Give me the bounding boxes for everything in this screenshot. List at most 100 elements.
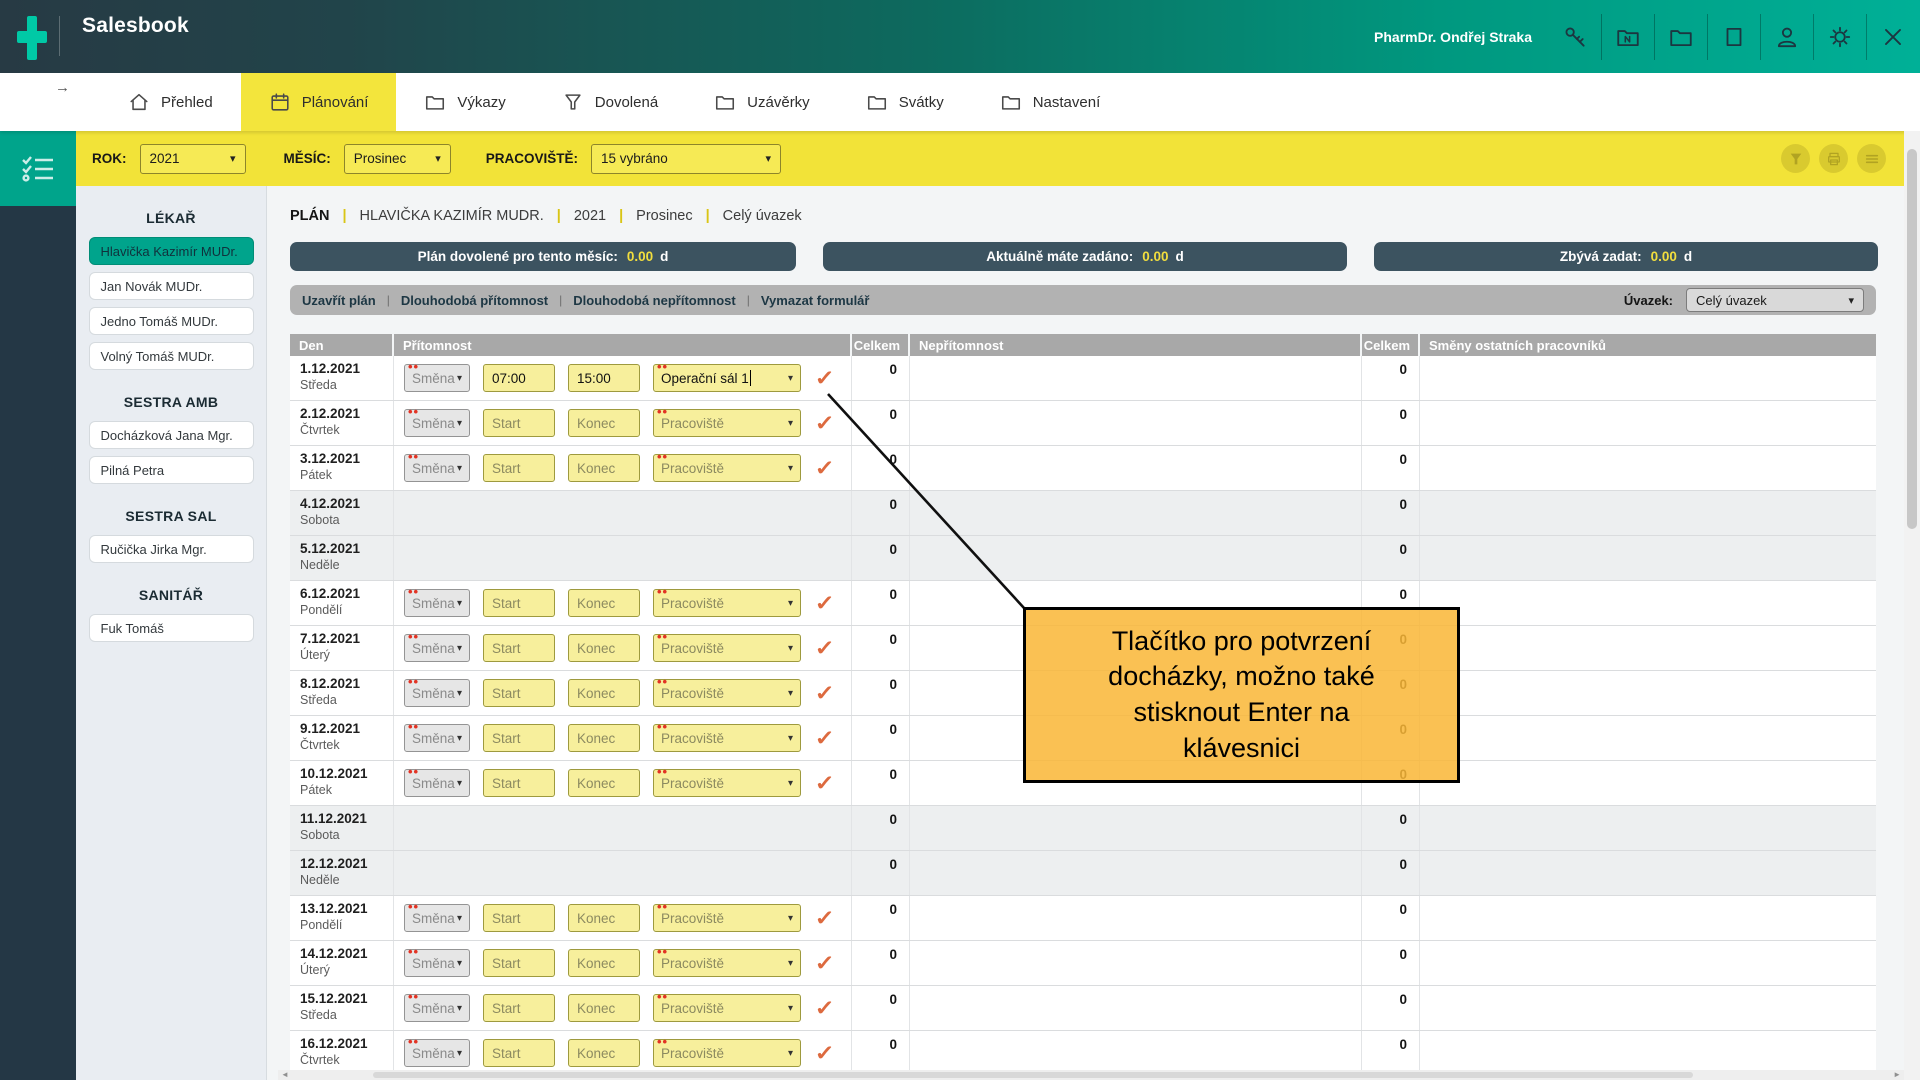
smena-select[interactable]: ••Směna▾ xyxy=(404,994,470,1022)
pracoviste-select[interactable]: ••Pracoviště▾ xyxy=(653,1039,801,1067)
pracoviste-select[interactable]: ••Pracoviště▾ xyxy=(653,904,801,932)
smena-select[interactable]: ••Směna▾ xyxy=(404,364,470,392)
sidebar-item[interactable]: Docházková Jana Mgr. xyxy=(89,421,254,449)
confirm-check-icon[interactable]: ✓ xyxy=(815,456,835,481)
pracoviste-select[interactable]: ••Pracoviště▾ xyxy=(653,589,801,617)
start-time-input[interactable] xyxy=(483,454,555,482)
key-icon[interactable] xyxy=(1558,20,1592,54)
start-time-input[interactable] xyxy=(483,1039,555,1067)
rok-select[interactable]: 2021 ▾ xyxy=(140,144,246,174)
uvazek-select[interactable]: Celý úvazek ▾ xyxy=(1686,288,1864,312)
confirm-check-icon[interactable]: ✓ xyxy=(815,771,835,796)
pracoviste-select[interactable]: ••Pracoviště▾ xyxy=(653,454,801,482)
start-time-input[interactable] xyxy=(483,589,555,617)
start-time-input[interactable] xyxy=(483,949,555,977)
smena-select[interactable]: ••Směna▾ xyxy=(404,904,470,932)
folder-icon[interactable] xyxy=(1664,20,1698,54)
tab-prehled[interactable]: Přehled xyxy=(100,73,241,131)
plan-list-button[interactable] xyxy=(0,131,76,206)
pracoviste-select[interactable]: ••Pracoviště▾ xyxy=(653,679,801,707)
toolbar-action[interactable]: Vymazat formulář xyxy=(761,293,870,308)
end-time-input[interactable] xyxy=(568,994,640,1022)
start-time-input[interactable] xyxy=(483,904,555,932)
start-time-input[interactable] xyxy=(483,994,555,1022)
folder-new-icon[interactable] xyxy=(1611,20,1645,54)
end-time-input[interactable] xyxy=(568,409,640,437)
confirm-check-icon[interactable]: ✓ xyxy=(815,996,835,1021)
smena-select[interactable]: ••Směna▾ xyxy=(404,724,470,752)
print-button[interactable] xyxy=(1819,144,1848,173)
confirm-check-icon[interactable]: ✓ xyxy=(815,411,835,436)
toolbar-action[interactable]: Uzavřít plán xyxy=(302,293,376,308)
end-time-input[interactable] xyxy=(568,949,640,977)
smena-select[interactable]: ••Směna▾ xyxy=(404,769,470,797)
smena-select[interactable]: ••Směna▾ xyxy=(404,454,470,482)
confirm-check-icon[interactable]: ✓ xyxy=(815,591,835,616)
pracoviste-select[interactable]: ••Pracoviště▾ xyxy=(653,634,801,662)
pracoviste-select[interactable]: 15 vybráno ▾ xyxy=(591,144,781,174)
menu-button[interactable] xyxy=(1857,144,1886,173)
vertical-scrollbar[interactable] xyxy=(1904,131,1920,1080)
vertical-scrollbar-thumb[interactable] xyxy=(1907,149,1917,529)
smena-select[interactable]: ••Směna▾ xyxy=(404,679,470,707)
sidebar-item[interactable]: Ručička Jirka Mgr. xyxy=(89,535,254,563)
start-time-input[interactable] xyxy=(483,724,555,752)
confirm-check-icon[interactable]: ✓ xyxy=(815,951,835,976)
sidebar-item[interactable]: Volný Tomáš MUDr. xyxy=(89,342,254,370)
start-time-input[interactable] xyxy=(483,679,555,707)
end-time-input[interactable] xyxy=(568,904,640,932)
end-time-input[interactable] xyxy=(568,454,640,482)
toolbar-action[interactable]: Dlouhodobá nepřítomnost xyxy=(573,293,735,308)
tab-vykazy[interactable]: Výkazy xyxy=(396,73,533,131)
user-icon[interactable] xyxy=(1770,20,1804,54)
window-icon[interactable] xyxy=(1717,20,1751,54)
start-time-input[interactable] xyxy=(483,769,555,797)
pracoviste-select[interactable]: ••Pracoviště▾ xyxy=(653,409,801,437)
confirm-check-icon[interactable]: ✓ xyxy=(815,906,835,931)
tab-nastaveni[interactable]: Nastavení xyxy=(972,73,1129,131)
pracoviste-select[interactable]: ••Pracoviště▾ xyxy=(653,724,801,752)
confirm-check-icon[interactable]: ✓ xyxy=(815,366,835,391)
tab-planovani[interactable]: Plánování xyxy=(241,73,397,131)
start-time-input[interactable] xyxy=(483,634,555,662)
pracoviste-select[interactable]: ••Pracoviště▾ xyxy=(653,769,801,797)
scroll-left-arrow-icon[interactable]: ◄ xyxy=(281,1070,289,1080)
sidebar-item[interactable]: Jan Novák MUDr. xyxy=(89,272,254,300)
start-time-input[interactable] xyxy=(483,364,555,392)
pracoviste-select[interactable]: ••Pracoviště▾ xyxy=(653,949,801,977)
collapse-arrow-icon[interactable]: → xyxy=(55,79,70,96)
toolbar-action[interactable]: Dlouhodobá přítomnost xyxy=(401,293,548,308)
horizontal-scrollbar[interactable]: ◄ ► xyxy=(278,1070,1904,1080)
confirm-check-icon[interactable]: ✓ xyxy=(815,1041,835,1066)
close-icon[interactable] xyxy=(1876,20,1910,54)
smena-select[interactable]: ••Směna▾ xyxy=(404,634,470,662)
sidebar-item[interactable]: Fuk Tomáš xyxy=(89,614,254,642)
mesic-select[interactable]: Prosinec ▾ xyxy=(344,144,451,174)
start-time-input[interactable] xyxy=(483,409,555,437)
end-time-input[interactable] xyxy=(568,634,640,662)
smena-select[interactable]: ••Směna▾ xyxy=(404,589,470,617)
smena-select[interactable]: ••Směna▾ xyxy=(404,409,470,437)
tab-svatky[interactable]: Svátky xyxy=(838,73,972,131)
tab-uzaverky[interactable]: Uzávěrky xyxy=(686,73,838,131)
scroll-right-arrow-icon[interactable]: ► xyxy=(1893,1070,1901,1080)
sidebar-item[interactable]: Pilná Petra xyxy=(89,456,254,484)
end-time-input[interactable] xyxy=(568,679,640,707)
filter-button[interactable] xyxy=(1781,144,1810,173)
confirm-check-icon[interactable]: ✓ xyxy=(815,726,835,751)
end-time-input[interactable] xyxy=(568,1039,640,1067)
sidebar-item[interactable]: Hlavička Kazimír MUDr. xyxy=(89,237,254,265)
pracoviste-select[interactable]: ••Pracoviště▾ xyxy=(653,994,801,1022)
confirm-check-icon[interactable]: ✓ xyxy=(815,681,835,706)
horizontal-scrollbar-thumb[interactable] xyxy=(373,1072,1693,1078)
end-time-input[interactable] xyxy=(568,589,640,617)
gear-icon[interactable] xyxy=(1823,20,1857,54)
end-time-input[interactable] xyxy=(568,724,640,752)
end-time-input[interactable] xyxy=(568,769,640,797)
smena-select[interactable]: ••Směna▾ xyxy=(404,949,470,977)
pracoviste-select[interactable]: ••Operační sál 1▾ xyxy=(653,364,801,392)
smena-select[interactable]: ••Směna▾ xyxy=(404,1039,470,1067)
sidebar-item[interactable]: Jedno Tomáš MUDr. xyxy=(89,307,254,335)
end-time-input[interactable] xyxy=(568,364,640,392)
tab-dovolena[interactable]: Dovolená xyxy=(534,73,686,131)
